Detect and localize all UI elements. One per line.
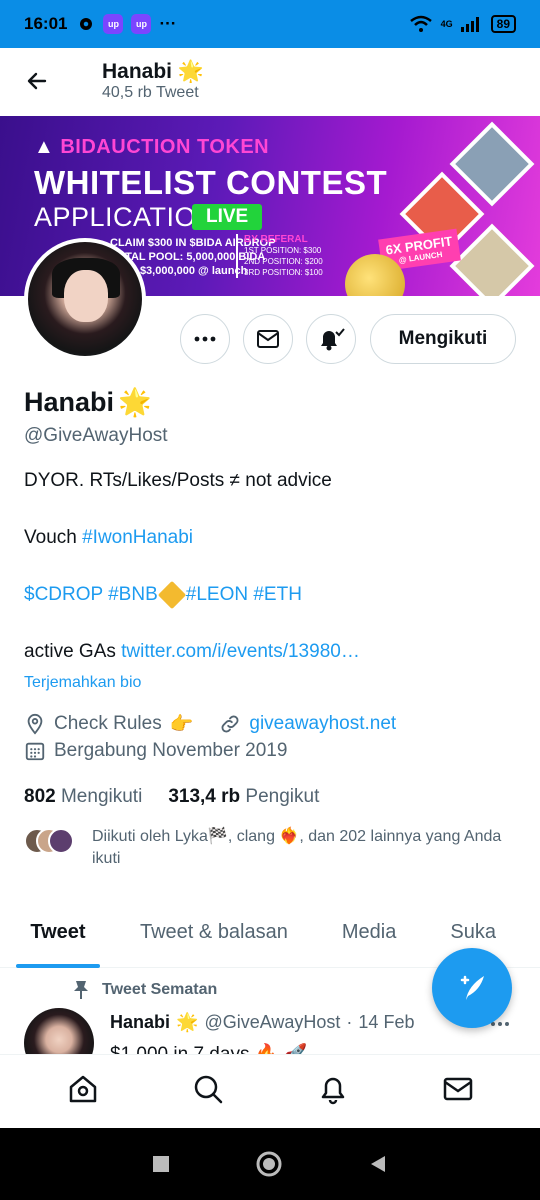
banner-headline: WHITELIST CONTEST [34, 164, 388, 201]
pinned-label-row: Tweet Sematan [72, 980, 217, 1000]
joined-text: Bergabung November 2019 [54, 740, 288, 761]
tab-tweet[interactable]: Tweet [16, 896, 100, 968]
search-icon [194, 1075, 222, 1104]
status-bar: 16:01 up up ··· 4G 89 [0, 0, 540, 48]
tweet-separator: · [346, 1012, 353, 1032]
tweet-author[interactable]: Hanabi [110, 1012, 170, 1033]
sun-emoji-icon: 🌟 [176, 1012, 199, 1032]
followers-stat[interactable]: 313,4 rb Pengikut [168, 786, 319, 808]
compose-feather-icon [460, 975, 484, 1000]
bio-active-label: active GAs [24, 641, 116, 662]
followed-by-text: Diikuti oleh Lyka🏁, clang ❤️‍🔥, dan 202 … [92, 828, 502, 867]
following-count: 802 [24, 786, 56, 807]
followers-count: 313,4 rb [168, 786, 241, 807]
banner-referral: BY REFERAL 1ST POSITION: $300 2ND POSITI… [236, 234, 323, 278]
bio-vouch: Vouch #IwonHanabi [24, 527, 524, 549]
banner-brand: ▲ BIDAUCTION TOKEN [34, 136, 270, 158]
profile-name-text: Hanabi [24, 386, 115, 417]
calendar-icon [25, 742, 45, 761]
back-button[interactable] [0, 48, 74, 114]
sun-emoji-icon: 🌟 [177, 60, 205, 83]
profile-name: Hanabi 🌟 [24, 386, 152, 418]
bottom-navigation [0, 1054, 540, 1128]
compose-tweet-button[interactable] [432, 948, 512, 1028]
header-title: Hanabi 🌟 [102, 60, 204, 84]
link-icon [221, 715, 239, 733]
tweet-handle: @GiveAwayHost [204, 1012, 341, 1032]
pinned-label: Tweet Sematan [102, 981, 218, 998]
avatar-face [64, 270, 108, 322]
more-notifications-icon: ··· [159, 14, 177, 33]
profile-avatar[interactable] [24, 238, 146, 360]
hashtag-link[interactable]: #IwonHanabi [82, 527, 193, 548]
bell-check-icon [321, 328, 345, 351]
tab-media[interactable]: Media [342, 896, 396, 968]
profile-meta-row: Check Rules 👉 giveawayhost.net [24, 712, 396, 736]
bnb-logo-icon [157, 580, 186, 610]
back-arrow-icon [27, 72, 47, 90]
pointing-hand-icon: 👉 [169, 714, 194, 735]
settings-gear-icon [80, 18, 93, 30]
bio-line: DYOR. RTs/Likes/Posts ≠ not advice [24, 470, 332, 491]
more-options-button[interactable] [180, 314, 230, 364]
tweet-header: Hanabi 🌟 @GiveAwayHost · 14 Feb [110, 1012, 414, 1033]
banner-brand-text: BIDAUCTION TOKEN [60, 136, 270, 158]
nav-search[interactable] [192, 1073, 224, 1110]
mutual-avatars [24, 828, 76, 854]
header-name: Hanabi [102, 60, 173, 83]
events-link[interactable]: twitter.com/i/events/13980… [121, 641, 360, 662]
following-stat[interactable]: 802 Mengikuti [24, 786, 142, 808]
website-link[interactable]: giveawayhost.net [249, 713, 396, 735]
status-time: 16:01 [24, 14, 68, 33]
profile-header: Hanabi 🌟 40,5 rb Tweet [0, 48, 540, 114]
more-dots-icon [194, 336, 216, 342]
notifications-button[interactable] [306, 314, 356, 364]
bell-icon [321, 1077, 344, 1105]
cashtag-link[interactable]: $CDROP #BNB [24, 584, 158, 605]
tweet-count: 40,5 rb Tweet [102, 84, 199, 101]
system-navigation-bar [0, 1128, 540, 1200]
follow-stats: 802 Mengikuti 313,4 rb Pengikut [24, 786, 319, 808]
signal-icon [460, 17, 479, 32]
tweet-date[interactable]: 14 Feb [358, 1012, 414, 1033]
followed-by-row[interactable]: Diikuti oleh Lyka🏁, clang ❤️‍🔥, dan 202 … [24, 826, 522, 870]
hashtag-link[interactable]: #LEON #ETH [186, 584, 302, 605]
profile-joined-row: Bergabung November 2019 [24, 740, 287, 762]
profile-handle: @GiveAwayHost [24, 425, 168, 446]
banner-live-badge: LIVE [192, 204, 263, 230]
banner-pos1: 1ST POSITION: $300 [244, 246, 322, 255]
pin-icon [74, 981, 88, 999]
app-badge-icon: up [103, 14, 124, 34]
home-circle-icon[interactable] [255, 1150, 283, 1178]
bio-vouch-label: Vouch [24, 527, 77, 548]
nav-notifications[interactable] [317, 1073, 349, 1110]
mini-avatar [48, 828, 74, 854]
location-pin-icon [27, 713, 43, 735]
wifi-icon [409, 15, 432, 32]
bio-tags: $CDROP #BNB #LEON #ETH [24, 580, 524, 610]
profile-bio: DYOR. RTs/Likes/Posts ≠ not advice Vouch… [24, 470, 524, 698]
nav-messages[interactable] [442, 1073, 474, 1110]
banner-pos3: 3RD POSITION: $100 [244, 268, 323, 277]
tab-tweet-replies[interactable]: Tweet & balasan [140, 896, 288, 968]
recents-square-icon[interactable] [151, 1154, 171, 1174]
home-icon [69, 1075, 96, 1103]
network-type-label: 4G [440, 19, 453, 29]
translate-bio-link[interactable]: Terjemahkan bio [24, 674, 141, 692]
location-text: Check Rules [54, 713, 162, 734]
bio-active: active GAs twitter.com/i/events/13980… [24, 641, 524, 663]
message-button[interactable] [243, 314, 293, 364]
envelope-icon [443, 1077, 472, 1101]
banner-referral-title: BY REFERAL [244, 234, 308, 245]
following-button[interactable]: Mengikuti [370, 314, 516, 364]
battery-indicator: 89 [490, 15, 516, 33]
followers-label: Pengikut [245, 786, 320, 807]
app-badge-icon: up [131, 14, 152, 34]
following-label: Mengikuti [60, 786, 143, 807]
sun-emoji-icon: 🌟 [118, 387, 152, 417]
envelope-icon [257, 330, 279, 348]
back-triangle-icon[interactable] [367, 1153, 389, 1175]
banner-pos2: 2ND POSITION: $200 [244, 257, 323, 266]
nav-home[interactable] [67, 1073, 99, 1110]
